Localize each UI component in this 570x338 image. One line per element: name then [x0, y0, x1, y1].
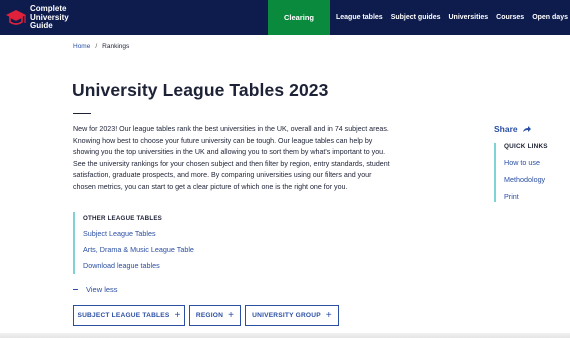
share-arrow-icon [522, 126, 531, 132]
nav-item-open-days[interactable]: Open days [532, 14, 568, 21]
quick-link-how-to-use[interactable]: How to use [504, 158, 564, 167]
plus-icon: + [228, 309, 235, 321]
filter-label: SUBJECT LEAGUE TABLES [77, 312, 170, 319]
filter-label: REGION [195, 312, 224, 319]
filter-label: UNIVERSITY GROUP [252, 312, 321, 319]
nav-item-universities[interactable]: Universities [448, 14, 488, 21]
graduation-cap-icon [6, 10, 26, 25]
nav-clearing-button[interactable]: Clearing [268, 0, 330, 35]
share-button[interactable]: Share [494, 124, 531, 134]
content-divider [0, 333, 570, 338]
breadcrumb-separator: / [95, 43, 98, 50]
link-arts-drama-music-table[interactable]: Arts, Drama & Music League Table [83, 245, 273, 254]
main-nav: League tables Subject guides Universitie… [336, 0, 570, 35]
breadcrumb-home-link[interactable]: Home [73, 43, 90, 50]
view-less-label: View less [86, 285, 118, 294]
quick-link-print[interactable]: Print [504, 192, 564, 201]
nav-item-courses[interactable]: Courses [496, 14, 524, 21]
share-label: Share [494, 124, 518, 134]
link-subject-league-tables[interactable]: Subject League Tables [83, 229, 273, 238]
logo-text: Complete University Guide [30, 4, 69, 31]
other-league-tables-box: OTHER LEAGUE TABLES Subject League Table… [73, 212, 273, 274]
other-league-tables-heading: OTHER LEAGUE TABLES [83, 215, 162, 222]
nav-item-league-tables[interactable]: League tables [336, 14, 383, 21]
plus-icon: + [325, 309, 332, 321]
logo-line: Guide [30, 21, 53, 30]
breadcrumb-current: Rankings [102, 43, 130, 50]
nav-item-subject-guides[interactable]: Subject guides [391, 14, 441, 21]
breadcrumb: Home / Rankings [73, 43, 129, 50]
plus-icon: + [174, 309, 181, 321]
link-download-league-tables[interactable]: Download league tables [83, 261, 273, 270]
page-title: University League Tables 2023 [72, 80, 329, 100]
minus-icon [73, 289, 78, 290]
intro-paragraph: New for 2023! Our league tables rank the… [73, 125, 390, 191]
quick-links-box: QUICK LINKS How to use Methodology Print [494, 143, 564, 202]
view-less-toggle[interactable]: View less [73, 285, 118, 294]
quick-link-methodology[interactable]: Methodology [504, 175, 564, 184]
quick-links-heading: QUICK LINKS [504, 143, 548, 150]
filter-subject-league-tables-button[interactable]: SUBJECT LEAGUE TABLES + [73, 305, 185, 326]
filter-university-group-button[interactable]: UNIVERSITY GROUP + [245, 305, 339, 326]
filter-region-button[interactable]: REGION + [189, 305, 241, 326]
top-navigation-bar: Complete University Guide Clearing Leagu… [0, 0, 570, 35]
title-underline [73, 113, 91, 114]
site-logo[interactable]: Complete University Guide [5, 4, 105, 31]
